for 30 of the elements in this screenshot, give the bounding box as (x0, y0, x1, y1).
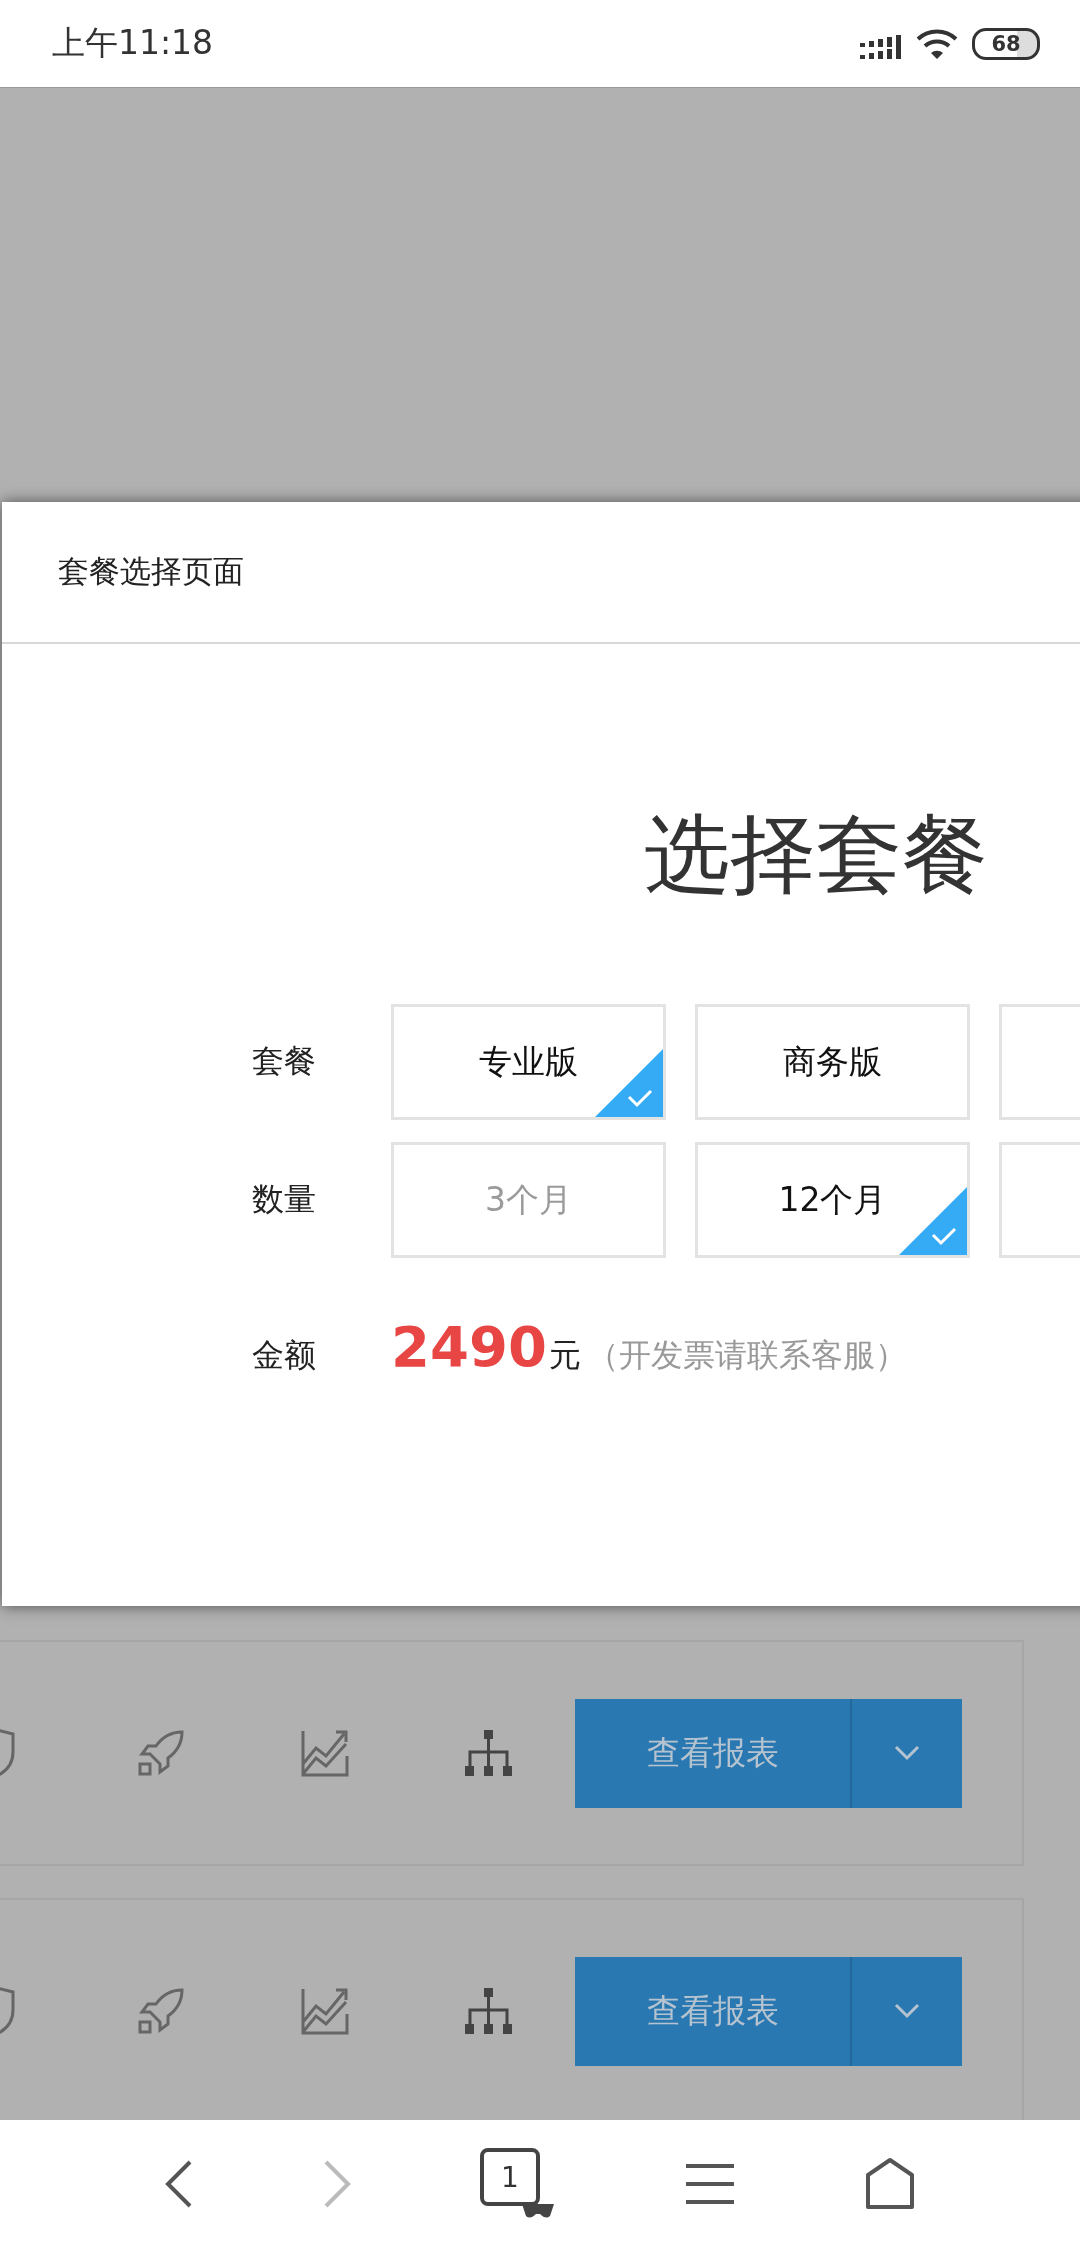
dropdown-button[interactable] (852, 1956, 962, 2066)
home-button[interactable] (864, 2157, 916, 2211)
clock-time: 上午11:18 (52, 22, 214, 64)
back-button[interactable] (164, 2159, 194, 2209)
chart-icon (300, 1986, 350, 2036)
page-heading: 选择套餐 (644, 803, 989, 906)
hierarchy-icon (464, 1986, 514, 2036)
hierarchy-icon (464, 1728, 514, 1778)
wifi-icon (916, 27, 958, 60)
dialog-title: 套餐选择页面 (58, 552, 244, 591)
option-tile[interactable]: 商务版 (695, 1004, 970, 1120)
field-label: 数量 (251, 1179, 317, 1220)
selected-check-icon (899, 1187, 967, 1255)
field-label: 金额 (251, 1335, 317, 1376)
rocket-icon (136, 1728, 186, 1778)
invoice-note: （开发票请联系客服） (586, 1335, 907, 1376)
dropdown-button[interactable] (852, 1698, 962, 1808)
caret-icon (894, 1745, 920, 1761)
field-label: 套餐 (251, 1041, 317, 1082)
menu-button[interactable] (684, 2162, 736, 2206)
option-tile[interactable]: 专业版 (391, 1004, 666, 1120)
incognito-mask-icon (520, 2202, 556, 2220)
battery-icon: 68 (972, 27, 1040, 60)
selected-check-icon (595, 1049, 663, 1117)
option-tile[interactable]: 12个月 (695, 1142, 970, 1258)
rocket-icon (136, 1986, 186, 2036)
caret-icon (894, 2003, 920, 2019)
chart-icon (300, 1728, 350, 1778)
price-value: 2490 (391, 1314, 547, 1379)
currency-unit: 元 (548, 1335, 581, 1376)
